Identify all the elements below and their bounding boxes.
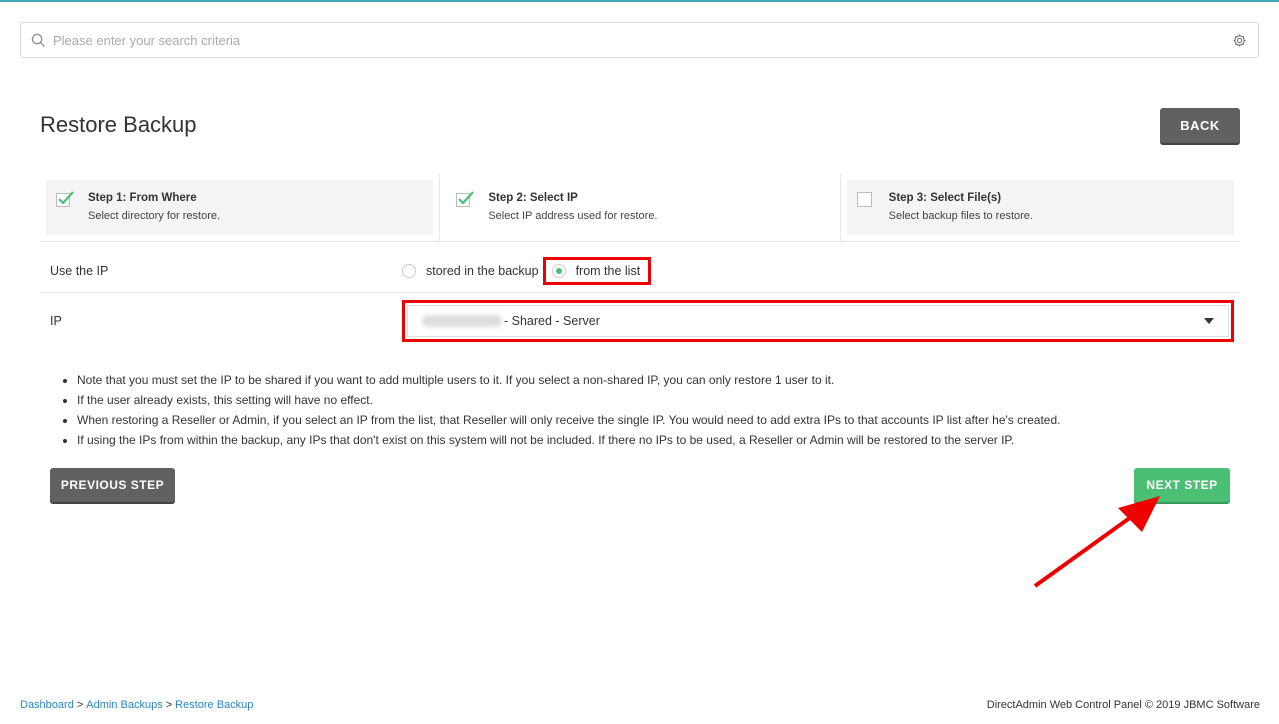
use-ip-label: Use the IP bbox=[50, 264, 109, 278]
list-item: Note that you must set the IP to be shar… bbox=[77, 370, 1237, 390]
use-ip-radio-group: stored in the backup from the list bbox=[402, 257, 652, 285]
step-wizard: Step 1: From Where Select directory for … bbox=[40, 174, 1240, 242]
breadcrumb-separator: > bbox=[76, 699, 84, 711]
search-icon bbox=[31, 32, 47, 48]
check-icon bbox=[456, 190, 475, 208]
step-1[interactable]: Step 1: From Where Select directory for … bbox=[40, 174, 439, 241]
radio-from-list[interactable]: from the list bbox=[542, 257, 652, 285]
list-item: If the user already exists, this setting… bbox=[77, 390, 1237, 410]
list-item: If using the IPs from within the backup,… bbox=[77, 430, 1237, 450]
breadcrumb-dashboard[interactable]: Dashboard bbox=[20, 699, 74, 711]
step-title: Step 1: From Where bbox=[88, 192, 197, 204]
annotation-arrow-icon bbox=[1033, 496, 1160, 588]
back-button[interactable]: BACK bbox=[1160, 108, 1240, 143]
step-desc: Select backup files to restore. bbox=[888, 210, 1033, 222]
footer: Dashboard > Admin Backups > Restore Backup D… bbox=[20, 699, 1260, 711]
redacted-ip bbox=[422, 315, 502, 328]
step-desc: Select directory for restore. bbox=[88, 210, 221, 222]
radio-label: stored in the backup bbox=[426, 264, 539, 278]
previous-step-button[interactable]: PREVIOUS STEP bbox=[50, 468, 175, 502]
ip-select[interactable]: - Shared - Server bbox=[407, 304, 1229, 337]
check-icon bbox=[56, 190, 74, 208]
ip-row: IP - Shared - Server bbox=[40, 293, 1240, 348]
search-bar[interactable] bbox=[20, 22, 1259, 58]
radio-label: from the list bbox=[575, 264, 641, 278]
breadcrumb-separator: > bbox=[165, 699, 173, 711]
radio-circle[interactable] bbox=[402, 264, 416, 278]
chevron-down-icon bbox=[1204, 317, 1214, 324]
ip-select-highlight: - Shared - Server bbox=[402, 299, 1234, 342]
notes-list: Note that you must set the IP to be shar… bbox=[77, 370, 1237, 450]
breadcrumb: Dashboard > Admin Backups > Restore Backup bbox=[20, 699, 253, 711]
step-title: Step 3: Select File(s) bbox=[888, 192, 1002, 204]
step-3[interactable]: Step 3: Select File(s) Select backup fil… bbox=[841, 174, 1240, 241]
list-item: When restoring a Reseller or Admin, if y… bbox=[77, 410, 1237, 430]
step-2[interactable]: Step 2: Select IP Select IP address used… bbox=[439, 174, 841, 241]
step-title: Step 2: Select IP bbox=[488, 192, 578, 204]
radio-circle-selected[interactable] bbox=[551, 264, 566, 278]
ip-label: IP bbox=[50, 313, 62, 328]
ip-select-value: - Shared - Server bbox=[504, 313, 600, 328]
step-desc: Select IP address used for restore. bbox=[488, 210, 658, 222]
gear-icon[interactable] bbox=[1232, 32, 1248, 48]
radio-stored-in-backup[interactable]: stored in the backup bbox=[402, 264, 539, 278]
copyright: DirectAdmin Web Control Panel © 2019 JBM… bbox=[986, 699, 1260, 711]
search-input[interactable] bbox=[53, 32, 1232, 48]
use-ip-row: Use the IP stored in the backup from the… bbox=[40, 250, 1240, 293]
breadcrumb-restore-backup[interactable]: Restore Backup bbox=[175, 699, 253, 711]
breadcrumb-admin-backups[interactable]: Admin Backups bbox=[86, 699, 162, 711]
unchecked-box-icon bbox=[856, 192, 872, 207]
page-title: Restore Backup bbox=[40, 112, 197, 137]
